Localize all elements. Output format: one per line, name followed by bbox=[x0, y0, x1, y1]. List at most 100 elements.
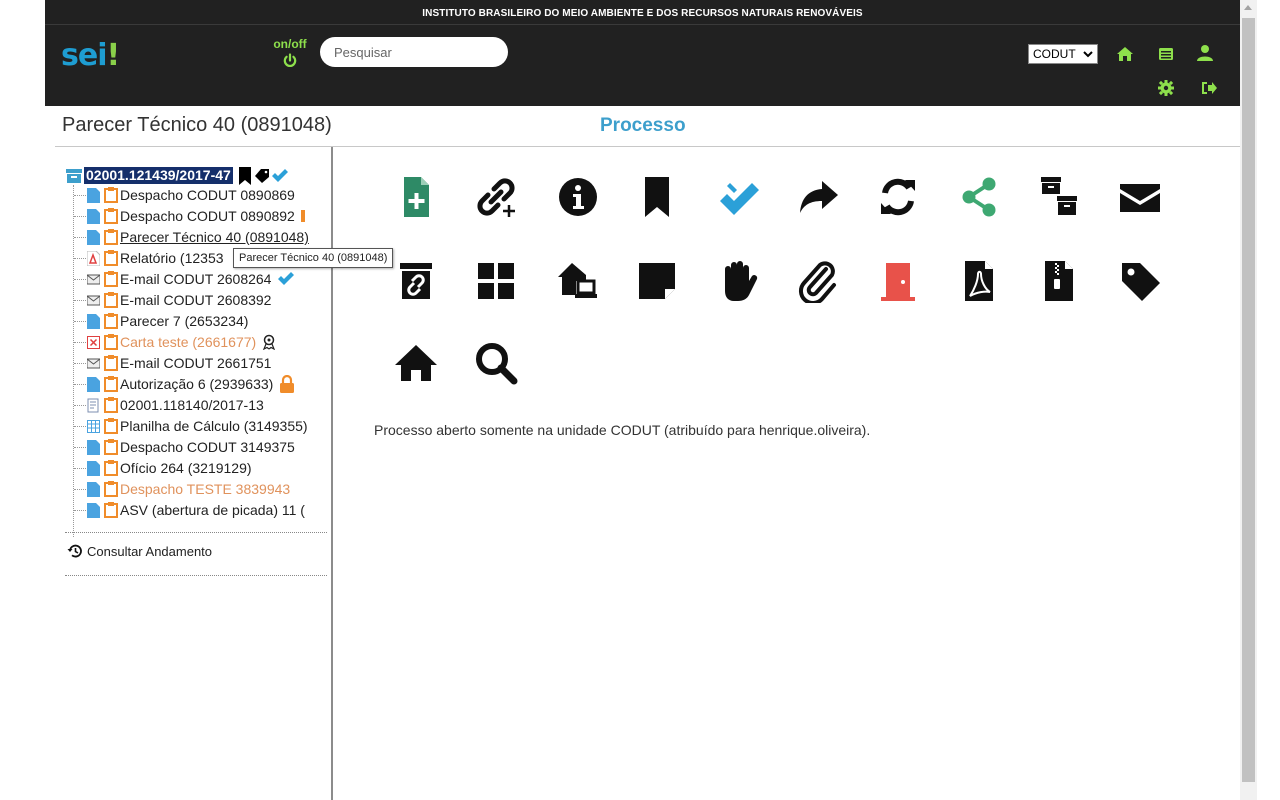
process-status-message: Processo aberto somente na unidade CODUT… bbox=[374, 422, 871, 438]
tree-item-label: ASV (abertura de picada) 11 ( bbox=[120, 502, 305, 518]
gerar-pdf-button[interactable] bbox=[953, 255, 1005, 307]
gerenciar-layout-button[interactable] bbox=[470, 255, 522, 307]
tree-item-label[interactable]: Parecer Técnico 40 (0891048) bbox=[120, 229, 309, 245]
tree-item-planilha-calculo[interactable]: Planilha de Cálculo (3149355) bbox=[62, 416, 332, 436]
power-icon[interactable] bbox=[282, 53, 298, 69]
document-icon bbox=[87, 229, 100, 245]
arquivamento-button[interactable] bbox=[1033, 171, 1085, 223]
tree-item-label: Parecer 7 (2653234) bbox=[120, 313, 249, 329]
list-icon[interactable] bbox=[1157, 45, 1175, 63]
onoff-toggle[interactable]: on/off bbox=[273, 37, 307, 69]
settings-icon[interactable] bbox=[1157, 79, 1175, 97]
marcador-button[interactable] bbox=[631, 171, 683, 223]
gerenciar-marcadores-button[interactable] bbox=[1114, 255, 1166, 307]
bookmark-icon[interactable] bbox=[238, 166, 252, 185]
tree-item-label: Planilha de Cálculo (3149355) bbox=[120, 418, 308, 434]
left-gutter bbox=[0, 0, 45, 800]
email-file-icon bbox=[87, 295, 100, 305]
bookmark-icon bbox=[645, 177, 669, 217]
search-input[interactable] bbox=[320, 37, 508, 67]
trabalho-remoto-button[interactable] bbox=[552, 255, 604, 307]
double-check-icon[interactable] bbox=[271, 168, 289, 183]
pesquisar-no-processo-button[interactable] bbox=[470, 337, 522, 389]
consultar-andamento-link[interactable]: Consultar Andamento bbox=[67, 543, 212, 559]
home-icon[interactable] bbox=[1116, 45, 1134, 63]
tag-icon[interactable] bbox=[254, 168, 269, 183]
logout-icon[interactable] bbox=[1200, 79, 1218, 97]
clipboard-icon bbox=[104, 229, 118, 245]
process-number[interactable]: 02001.121439/2017-47 bbox=[84, 167, 233, 184]
tree-item-email-2661751[interactable]: E-mail CODUT 2661751 bbox=[62, 353, 332, 373]
tree-item-carta-teste[interactable]: Carta teste (2661677) bbox=[62, 332, 332, 352]
double-check-icon bbox=[720, 183, 759, 215]
logo-text: sei bbox=[61, 38, 107, 73]
unlink-icon bbox=[400, 263, 432, 299]
tree-item-label: Carta teste (2661677) bbox=[120, 334, 257, 350]
document-icon bbox=[87, 187, 100, 203]
tree-item-oficio-264[interactable]: Ofício 264 (3219129) bbox=[62, 458, 332, 478]
lock-icon bbox=[280, 375, 295, 393]
document-icon bbox=[87, 460, 100, 476]
clipboard-icon bbox=[104, 355, 118, 371]
tree-item-label: Ofício 264 (3219129) bbox=[120, 460, 252, 476]
tree-item-despacho-3149375[interactable]: Despacho CODUT 3149375 bbox=[62, 437, 332, 457]
grid-icon bbox=[478, 263, 514, 299]
tree-item-despacho-teste[interactable]: Despacho TESTE 3839943 bbox=[62, 479, 332, 499]
enviar-processo-button[interactable] bbox=[792, 171, 844, 223]
tree-separator bbox=[65, 532, 327, 533]
desanexar-processo-button[interactable] bbox=[390, 255, 442, 307]
tree-root[interactable]: 02001.121439/2017-47 bbox=[66, 166, 289, 185]
clipboard-icon bbox=[104, 502, 118, 518]
concluir-processo-button[interactable] bbox=[872, 255, 924, 307]
acompanhamento-button[interactable] bbox=[712, 171, 764, 223]
email-file-icon bbox=[87, 274, 100, 284]
anexar-arquivo-button[interactable] bbox=[792, 255, 844, 307]
sobrestar-processo-button[interactable] bbox=[712, 255, 764, 307]
home-button[interactable] bbox=[390, 337, 442, 389]
clipboard-icon bbox=[104, 313, 118, 329]
consultar-andamento-label: Consultar Andamento bbox=[87, 543, 213, 559]
pdf-icon bbox=[965, 261, 993, 301]
certificate-icon bbox=[263, 334, 276, 350]
clipboard-icon bbox=[104, 187, 118, 203]
atualizar-andamento-button[interactable] bbox=[872, 171, 924, 223]
scroll-up-arrow[interactable] bbox=[1244, 5, 1252, 10]
clipboard-icon bbox=[104, 460, 118, 476]
document-icon bbox=[87, 481, 100, 497]
incluir-documento-button[interactable] bbox=[390, 171, 442, 223]
tree-item-despacho-0890869[interactable]: Despacho CODUT 0890869 bbox=[62, 185, 332, 205]
sei-logo[interactable]: sei! bbox=[61, 38, 120, 73]
enviar-email-button[interactable] bbox=[1114, 171, 1166, 223]
anotacoes-button[interactable] bbox=[631, 255, 683, 307]
informacoes-button[interactable] bbox=[552, 171, 604, 223]
document-icon bbox=[87, 208, 100, 224]
clipboard-icon bbox=[104, 250, 118, 266]
new-document-icon bbox=[404, 177, 429, 217]
document-icon bbox=[87, 313, 100, 329]
tree-item-despacho-0890892[interactable]: Despacho CODUT 0890892 bbox=[62, 206, 332, 226]
tree-item-label: Despacho CODUT 0890892 bbox=[120, 208, 295, 224]
unit-select[interactable]: CODUT bbox=[1028, 44, 1098, 64]
tree-item-parecer-tecnico-40[interactable]: Parecer Técnico 40 (0891048) bbox=[62, 227, 332, 247]
institution-name: INSTITUTO BRASILEIRO DO MEIO AMBIENTE E … bbox=[422, 8, 863, 19]
tree-item-email-2608392[interactable]: E-mail CODUT 2608392 bbox=[62, 290, 332, 310]
tree-item-parecer-7[interactable]: Parecer 7 (2653234) bbox=[62, 311, 332, 331]
refresh-icon bbox=[881, 178, 915, 216]
gerar-zip-button[interactable] bbox=[1033, 255, 1085, 307]
archive-icon bbox=[1041, 177, 1077, 215]
scrollbar-thumb[interactable] bbox=[1242, 18, 1255, 782]
tree-item-label: Despacho CODUT 0890869 bbox=[120, 187, 295, 203]
compartilhar-button[interactable] bbox=[953, 171, 1005, 223]
document-icon bbox=[87, 502, 100, 518]
tree-item-process-118140[interactable]: 02001.118140/2017-13 bbox=[62, 395, 332, 415]
clipboard-icon bbox=[104, 376, 118, 392]
hand-stop-icon bbox=[725, 261, 758, 301]
tree-item-autorizacao-6[interactable]: Autorização 6 (2939633) bbox=[62, 374, 332, 394]
tree-item-asv-abertura[interactable]: ASV (abertura de picada) 11 ( bbox=[62, 500, 332, 520]
tree-item-email-2608264[interactable]: E-mail CODUT 2608264 bbox=[62, 269, 332, 289]
tree-item-label: Despacho CODUT 3149375 bbox=[120, 439, 295, 455]
user-icon[interactable] bbox=[1196, 44, 1214, 62]
header-divider bbox=[45, 24, 1240, 25]
relacionar-processo-button[interactable] bbox=[470, 171, 522, 223]
document-icon bbox=[87, 376, 100, 392]
